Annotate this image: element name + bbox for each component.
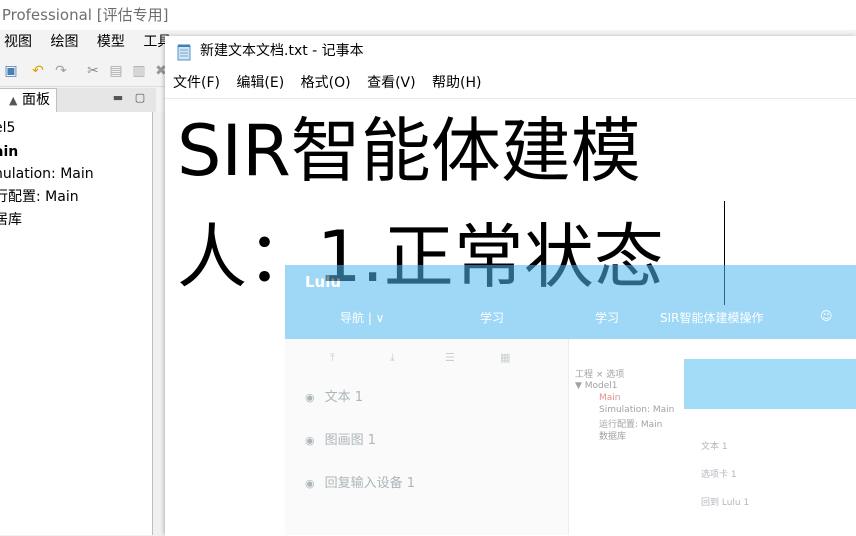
panel-tab[interactable]: ▲ 面板 [0,88,57,112]
ide-title-bar: : Professional [评估专用] [0,0,856,30]
panel-tab-row: ▲ 面板 ▬ ▢ [0,88,156,113]
menu-help[interactable]: 帮助(H) [432,70,481,96]
text-line-1: SIR智能体建模 [177,110,641,192]
tree-item-main[interactable]: ain [0,142,18,162]
overlay-list-icon: ☰ [445,351,455,364]
overlay-tab-4: SIR智能体建模操作 [660,311,764,325]
tree-item-model[interactable]: el5 [0,118,15,138]
overlay-header: Lulu 导航 | ∨ 学习 学习 SIR智能体建模操作 ☺ [285,265,856,339]
overlay-inner-tree-2: Main [599,393,621,403]
redo-icon[interactable]: ↷ [53,63,69,79]
overlay-down-icon: ⤓ [390,351,395,364]
overlay-item-2: ◉ 图画图 1 [305,433,377,448]
cut-icon[interactable]: ✂ [85,63,101,79]
faded-overlay-screenshot: Lulu 导航 | ∨ 学习 学习 SIR智能体建模操作 ☺ ⤒ ⤓ ☰ ▦ ◉… [285,265,856,535]
overlay-item-3: ◉ 回复输入设备 1 [305,476,416,491]
menu-view[interactable]: 查看(V) [367,70,416,96]
overlay-inner-tree-1: ▼ Model1 [575,381,618,391]
menu-edit[interactable]: 编辑(E) [236,70,284,96]
tree-item-run-config[interactable]: 行配置: Main [0,187,79,207]
notepad-title-bar[interactable]: 新建文本文档.txt - 记事本 [165,36,856,68]
copy-icon[interactable]: ▣ [3,63,19,79]
overlay-inner-tree-3: Simulation: Main [599,405,675,415]
overlay-grid-icon: ▦ [500,351,511,364]
ide-menu-view[interactable]: 视图 [4,34,32,50]
overlay-tab-5: ☺ [820,309,833,323]
tree-item-database[interactable]: 居库 [0,210,22,230]
maximize-icon[interactable]: ▢ [134,92,146,104]
overlay-logo: Lulu [305,273,342,291]
eye-icon: ◉ [305,391,315,404]
undo-icon[interactable]: ↶ [30,63,46,79]
overlay-tab-2: 学习 [480,311,505,325]
overlay-tab-3: 学习 [595,311,620,325]
eye-icon: ◉ [305,477,315,490]
notepad-menubar: 文件(F) 编辑(E) 格式(O) 查看(V) 帮助(H) [165,70,856,96]
minimize-icon[interactable]: ▬ [112,92,124,104]
overlay-inner-window: 工程 × 选项 ▼ Model1 Main Simulation: Main 运… [568,339,856,535]
paste-icon[interactable]: ▤ [108,63,124,79]
eye-icon: ◉ [305,434,315,447]
project-panel: el5 ain nulation: Main 行配置: Main 居库 [0,112,153,535]
cursor-icon: ▲ [9,94,18,107]
menu-format[interactable]: 格式(O) [301,70,351,96]
overlay-inner-item-2: 回到 Lulu 1 [701,498,750,508]
ide-menu-model[interactable]: 模型 [97,34,125,50]
notepad-title: 新建文本文档.txt - 记事本 [200,43,364,59]
overlay-inner-item-0: 文本 1 [701,442,728,452]
tree-item-simulation[interactable]: nulation: Main [0,164,94,184]
ide-menu-draw[interactable]: 绘图 [50,34,78,50]
overlay-inner-header [684,359,856,409]
clipboard-icon[interactable]: ▥ [131,63,147,79]
overlay-inner-tree-0: 工程 × 选项 [575,370,625,380]
notepad-icon [177,44,191,61]
overlay-inner-tree-5: 数据库 [599,432,627,442]
overlay-inner-item-1: 选项卡 1 [701,470,737,480]
panel-tab-label: 面板 [22,92,50,108]
ide-title: : Professional [评估专用] [0,6,169,24]
overlay-up-icon: ⤒ [330,351,335,364]
menu-file[interactable]: 文件(F) [173,70,220,96]
overlay-tab-1: 导航 | ∨ [340,311,385,325]
scrollbar[interactable] [153,112,165,535]
overlay-item-1: ◉ 文本 1 [305,390,364,405]
